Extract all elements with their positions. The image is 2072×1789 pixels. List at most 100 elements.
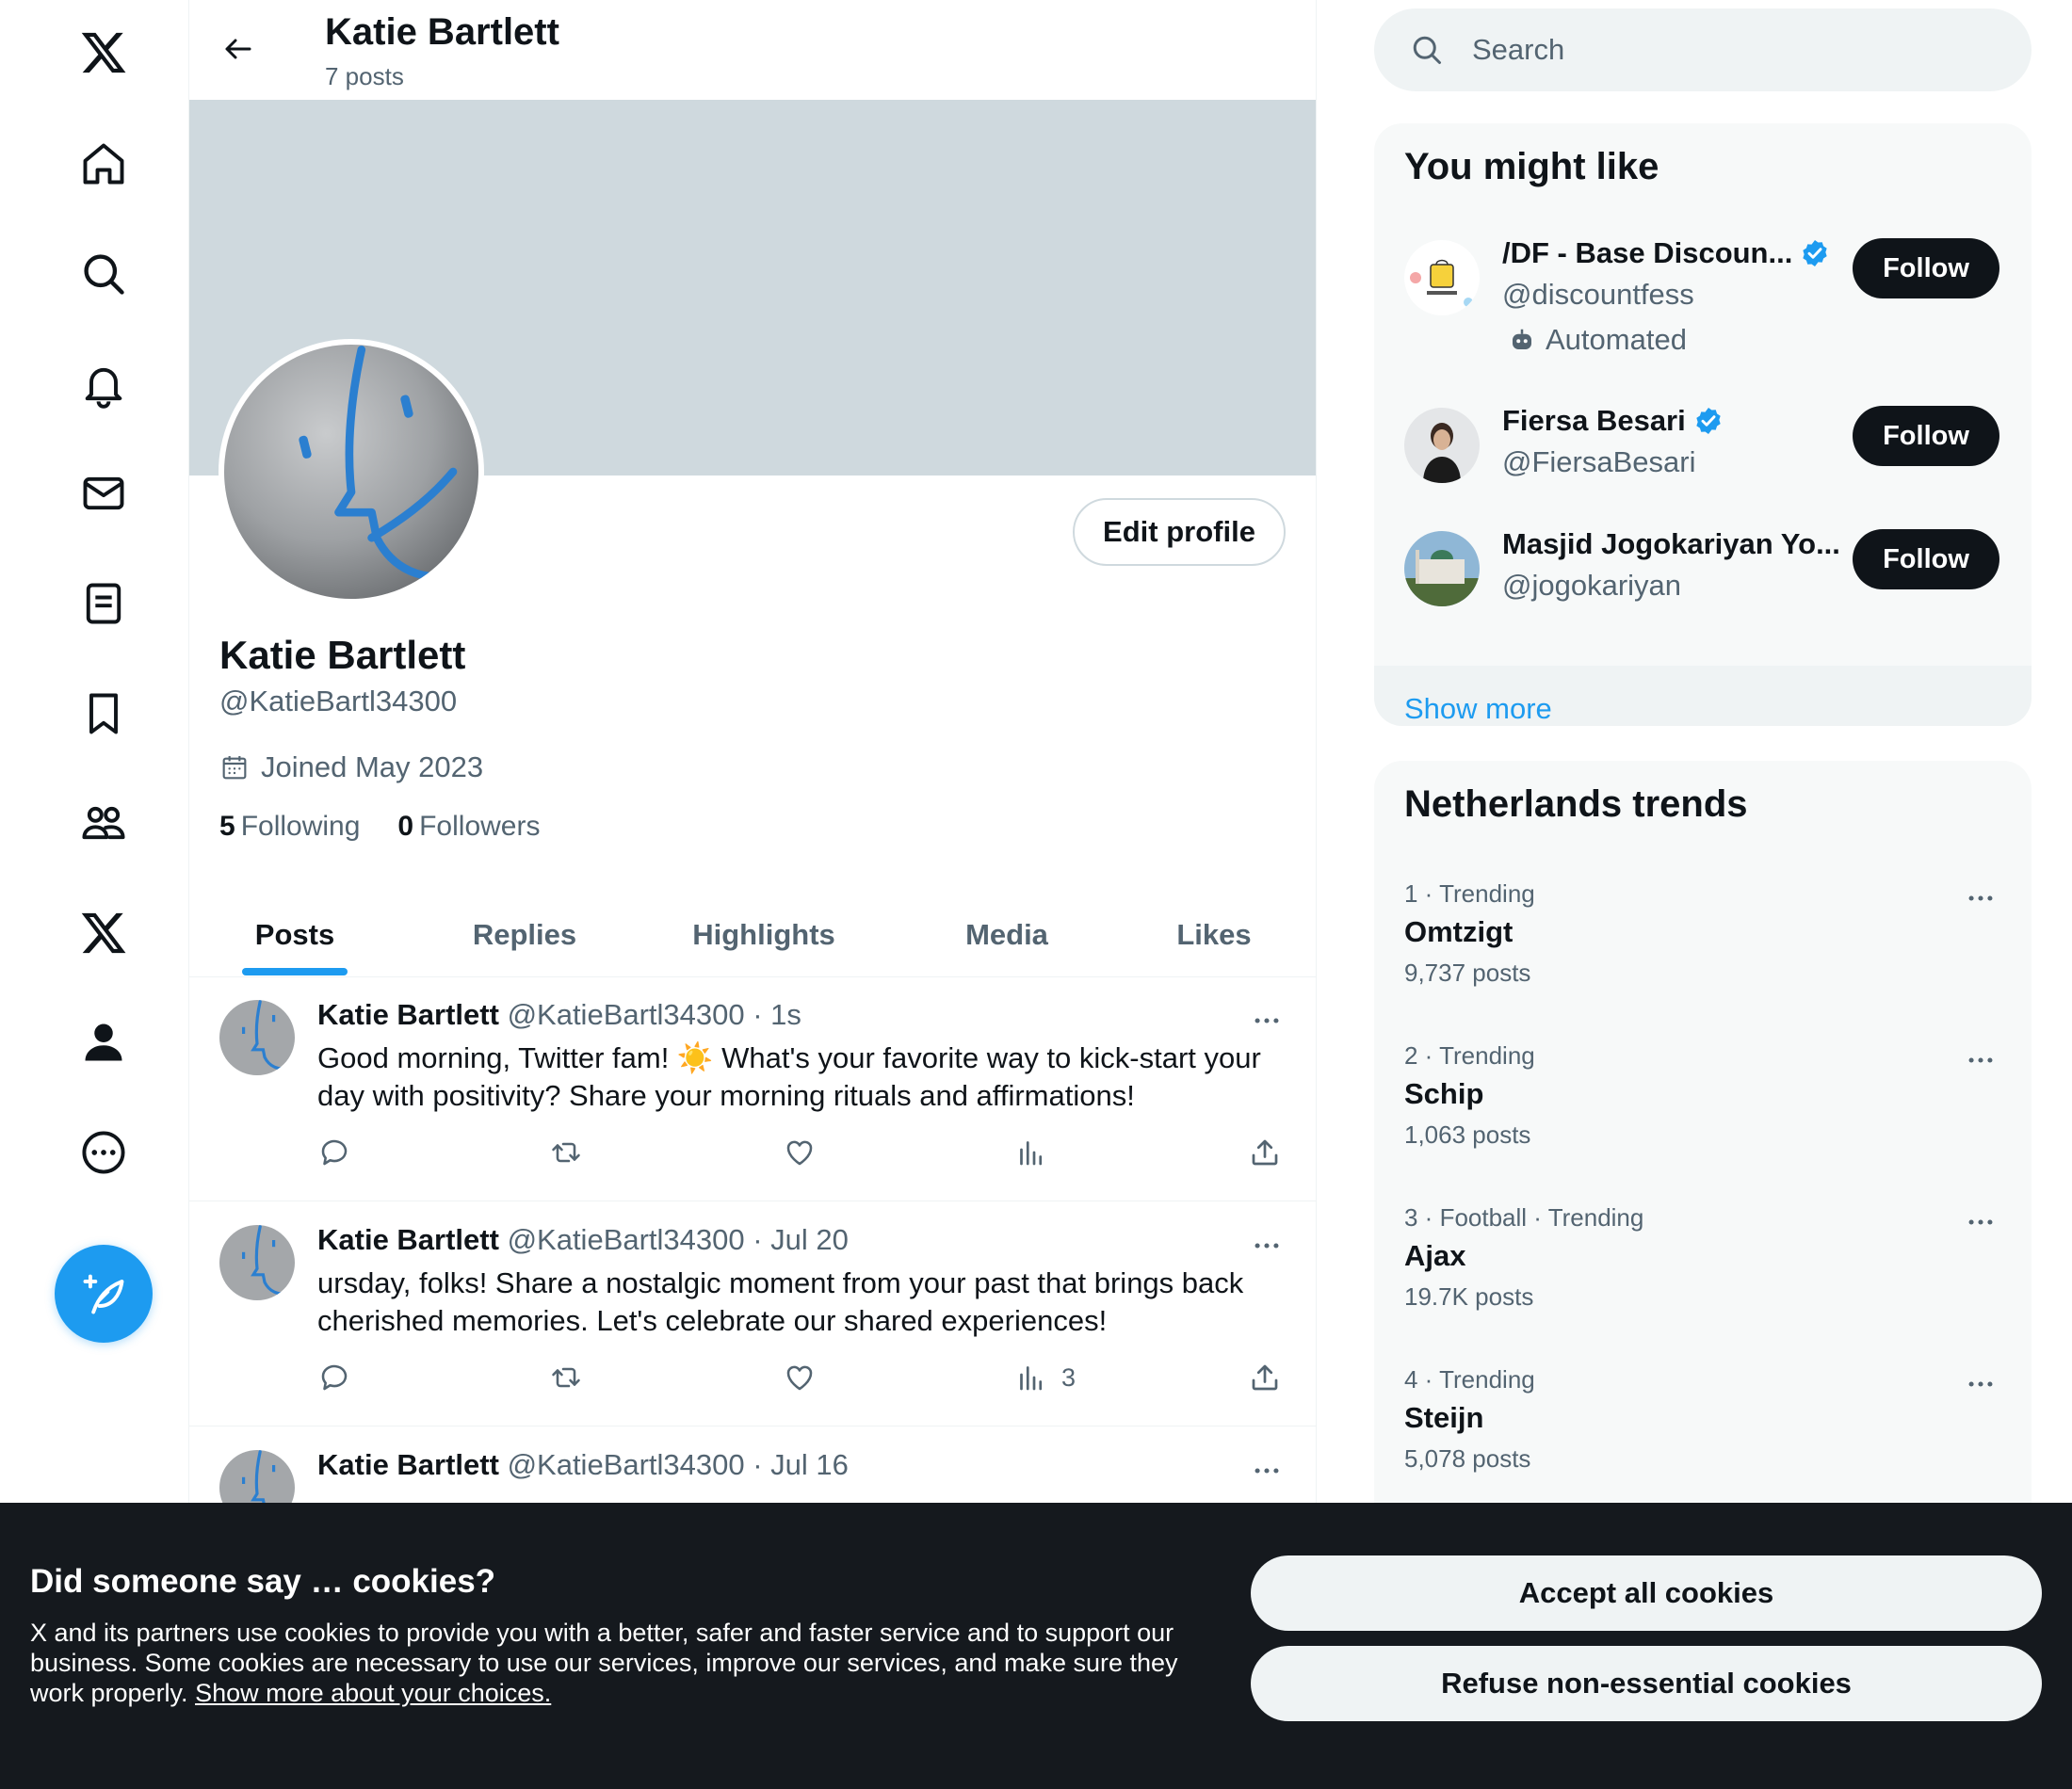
suggestion-item[interactable]: Masjid Jogokariyan Yo... @jogokariyan Fo… [1374, 527, 2032, 653]
premium-x-icon[interactable] [66, 895, 141, 971]
bar-chart-icon [1020, 1141, 1043, 1166]
cookie-title: Did someone say … cookies? [30, 1563, 496, 1600]
follow-button[interactable]: Follow [1853, 529, 1999, 589]
like-button[interactable] [783, 1361, 817, 1394]
refuse-non-essential-cookies-button[interactable]: Refuse non-essential cookies [1251, 1646, 2042, 1721]
following-link[interactable]: 5 Following [219, 811, 360, 843]
tab-posts[interactable]: Posts [227, 893, 363, 977]
trends-title: Netherlands trends [1404, 783, 1748, 825]
back-button[interactable] [214, 24, 263, 73]
suggestion-avatar[interactable] [1404, 240, 1480, 315]
suggestion-handle: @discountfess [1502, 278, 1694, 311]
active-tab-indicator [242, 968, 348, 975]
views-button[interactable]: 3 [1014, 1361, 1076, 1394]
accept-all-cookies-button[interactable]: Accept all cookies [1251, 1555, 2042, 1631]
suggestion-name: Fiersa Besari [1502, 404, 1686, 437]
cookie-choices-link[interactable]: Show more about your choices. [195, 1679, 551, 1707]
repost-button[interactable] [549, 1136, 583, 1169]
ellipsis-icon [1968, 895, 1993, 901]
suggestion-item[interactable]: /DF - Base Discoun... @discountfess Auto… [1374, 236, 2032, 363]
joined-label: Joined May 2023 [261, 750, 484, 783]
more-circle-icon[interactable] [66, 1115, 141, 1190]
compose-post-button[interactable] [55, 1245, 153, 1343]
trend-name: Omtzigt [1404, 915, 1514, 948]
trend-item[interactable]: 3 · Football · Trending Ajax 19.7K posts [1374, 1203, 2032, 1365]
post-author-name[interactable]: Katie Bartlett [317, 998, 499, 1031]
followers-link[interactable]: 0 Followers [397, 811, 540, 843]
suggestion-item[interactable]: Fiersa Besari @FiersaBesari Follow [1374, 404, 2032, 530]
bookmarks-icon[interactable] [66, 676, 141, 751]
share-button[interactable] [1248, 1136, 1282, 1169]
who-to-follow-panel: You might like /DF - Base Discoun... @di… [1374, 123, 2032, 726]
notifications-bell-icon[interactable] [66, 347, 141, 422]
trend-more-button[interactable] [1962, 879, 1999, 917]
profile-avatar[interactable] [219, 339, 484, 604]
mosque-photo-icon [1404, 531, 1480, 606]
finder-face-icon [219, 1000, 295, 1075]
suggestion-name-row[interactable]: Fiersa Besari [1502, 404, 1724, 438]
bar-chart-icon [1020, 1366, 1043, 1391]
suggestion-name-row[interactable]: Masjid Jogokariyan Yo... [1502, 527, 1840, 561]
tab-highlights[interactable]: Highlights [670, 893, 858, 977]
share-button[interactable] [1248, 1361, 1282, 1394]
profile-person-icon[interactable] [66, 1005, 141, 1080]
post-avatar[interactable] [219, 1225, 295, 1300]
reply-button[interactable] [317, 1361, 351, 1394]
explore-icon[interactable] [66, 236, 141, 312]
trend-post-count: 19.7K posts [1404, 1282, 1534, 1311]
share-upload-icon [1252, 1364, 1278, 1391]
post-item[interactable]: Katie Bartlett @KatieBartl34300 · Jul 20… [189, 1202, 1316, 1426]
repost-arrows-icon [552, 1367, 580, 1388]
post-item[interactable]: Katie Bartlett @KatieBartl34300 · 1s Goo… [189, 977, 1316, 1201]
like-button[interactable] [783, 1136, 817, 1169]
trend-item[interactable]: 2 · Trending Schip 1,063 posts [1374, 1041, 2032, 1203]
suggestion-name-row[interactable]: /DF - Base Discoun... [1502, 236, 1830, 270]
messages-envelope-icon[interactable] [66, 456, 141, 531]
who-to-follow-title: You might like [1404, 146, 1659, 187]
trend-item[interactable]: 1 · Trending Omtzigt 9,737 posts [1374, 879, 2032, 1041]
follow-button[interactable]: Follow [1853, 238, 1999, 298]
post-more-button[interactable] [1248, 1227, 1286, 1265]
reply-button[interactable] [317, 1136, 351, 1169]
trend-more-button[interactable] [1962, 1203, 1999, 1241]
search-box[interactable] [1374, 8, 2032, 91]
follow-stats: 5 Following 0 Followers [219, 811, 540, 843]
post-text: Good morning, Twitter fam! ☀️ What's you… [317, 1041, 1261, 1112]
show-more-suggestions[interactable]: Show more [1374, 666, 2032, 726]
tab-likes[interactable]: Likes [1131, 893, 1297, 977]
arrow-left-icon [225, 39, 251, 59]
post-header: Katie Bartlett @KatieBartl34300 · 1s [317, 998, 801, 1032]
post-more-button[interactable] [1248, 1452, 1286, 1490]
heart-icon [786, 1140, 813, 1166]
post-more-button[interactable] [1248, 1002, 1286, 1040]
search-input[interactable] [1472, 33, 1999, 67]
automated-text: Automated [1546, 323, 1687, 356]
profile-header-bar: Katie Bartlett 7 posts [189, 0, 1316, 100]
communities-icon[interactable] [66, 785, 141, 861]
profile-tabs: Posts Replies Highlights Media Likes [189, 893, 1316, 977]
views-button[interactable] [1014, 1136, 1061, 1169]
lists-icon[interactable] [66, 566, 141, 641]
repost-button[interactable] [549, 1361, 583, 1394]
tab-media[interactable]: Media [924, 893, 1090, 977]
x-logo-icon[interactable] [66, 15, 141, 90]
post-author-name[interactable]: Katie Bartlett [317, 1448, 499, 1481]
trend-more-button[interactable] [1962, 1365, 1999, 1403]
post-actions: 3 [317, 1361, 1287, 1402]
trend-more-button[interactable] [1962, 1041, 1999, 1079]
post-author-meta: @KatieBartl34300 · Jul 16 [507, 1448, 849, 1481]
followers-count: 0 [397, 811, 414, 842]
post-text: ursday, folks! Share a nostalgic moment … [317, 1266, 1244, 1337]
suggestion-avatar[interactable] [1404, 408, 1480, 483]
tab-replies[interactable]: Replies [440, 893, 609, 977]
edit-profile-button[interactable]: Edit profile [1073, 498, 1286, 566]
post-author-name[interactable]: Katie Bartlett [317, 1223, 499, 1256]
suggestion-avatar[interactable] [1404, 531, 1480, 606]
repost-arrows-icon [552, 1142, 580, 1163]
follow-button[interactable]: Follow [1853, 406, 1999, 466]
suggestion-name: Masjid Jogokariyan Yo... [1502, 527, 1840, 560]
cookie-description: X and its partners use cookies to provid… [30, 1618, 1198, 1708]
home-icon[interactable] [66, 126, 141, 201]
trend-name: Ajax [1404, 1239, 1466, 1272]
post-avatar[interactable] [219, 1000, 295, 1075]
